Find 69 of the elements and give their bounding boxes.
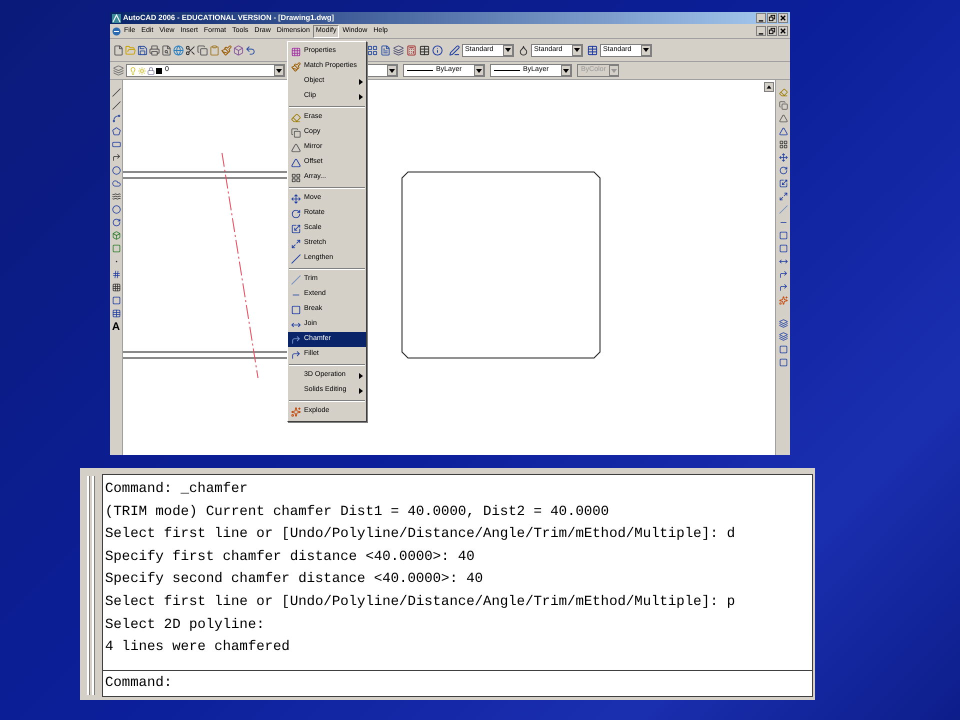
- cloud-icon[interactable]: [112, 179, 120, 188]
- close-icon[interactable]: [778, 26, 788, 36]
- calculator-icon[interactable]: [406, 44, 417, 56]
- command-line: Specify second chamfer distance <40.0000>: 40: [105, 570, 484, 590]
- rotate-icon[interactable]: [778, 166, 788, 175]
- grid-icon[interactable]: [367, 44, 378, 56]
- new-file-icon[interactable]: [113, 44, 124, 56]
- layers-icon[interactable]: [113, 65, 124, 76]
- block-icon[interactable]: [233, 44, 244, 56]
- stretch-icon[interactable]: [778, 192, 788, 201]
- minimize-icon[interactable]: [756, 13, 766, 23]
- brush-icon[interactable]: [221, 44, 232, 56]
- erase-icon[interactable]: [778, 88, 788, 97]
- color-swatch: [156, 68, 162, 74]
- printer-icon[interactable]: [149, 44, 160, 56]
- copy-icon[interactable]: [290, 128, 300, 138]
- explode-icon[interactable]: [290, 406, 300, 416]
- erase-icon[interactable]: [290, 112, 300, 122]
- table-icon[interactable]: [419, 44, 430, 56]
- stretch-icon[interactable]: [290, 238, 300, 248]
- table-icon[interactable]: [112, 309, 120, 318]
- command-line: Command: _chamfer: [105, 480, 249, 499]
- hatch-icon[interactable]: [112, 270, 120, 279]
- circle-icon[interactable]: [112, 166, 120, 175]
- line-sample: [494, 70, 520, 71]
- brush-icon[interactable]: [290, 62, 300, 72]
- close-icon[interactable]: [778, 13, 788, 23]
- cut-icon[interactable]: [185, 44, 196, 56]
- move-icon[interactable]: [778, 153, 788, 162]
- rotate-icon[interactable]: [290, 208, 300, 218]
- text-style-icon[interactable]: [449, 44, 460, 56]
- command-line: Select first line or [Undo/Polyline/Distance/Angle/Trim/mEthod/Multiple]: p: [105, 592, 736, 612]
- move-icon[interactable]: [290, 194, 300, 204]
- save-icon[interactable]: [137, 44, 148, 56]
- help-icon[interactable]: [432, 44, 443, 56]
- color-dropdown[interactable]: [365, 64, 398, 77]
- preview-icon[interactable]: [161, 44, 172, 56]
- text-tool[interactable]: A: [112, 322, 120, 333]
- paste-icon[interactable]: [209, 44, 220, 56]
- scale-icon[interactable]: [290, 224, 300, 234]
- command-line: Select first line or [Undo/Polyline/Distance/Angle/Trim/mEthod/Multiple]: d: [105, 525, 736, 544]
- minimize-icon[interactable]: [756, 26, 766, 36]
- join-icon[interactable]: [778, 257, 788, 266]
- dimension-style-icon[interactable]: [518, 44, 529, 56]
- polygon-icon[interactable]: [112, 127, 120, 136]
- line-sample: [407, 70, 433, 71]
- polyline-icon[interactable]: [112, 114, 120, 123]
- restore-icon[interactable]: [767, 13, 777, 23]
- copy-icon[interactable]: [197, 44, 208, 56]
- scale-icon[interactable]: [778, 179, 788, 188]
- rectangle-icon[interactable]: [112, 140, 120, 149]
- app-icon: [112, 14, 121, 22]
- lock-icon[interactable]: [147, 66, 155, 74]
- explode-icon[interactable]: [778, 296, 788, 305]
- command-line: Specify first chamfer distance <40.0000>: 40: [105, 548, 476, 567]
- insert-block-icon[interactable]: [112, 231, 120, 240]
- table-style-icon[interactable]: [587, 44, 598, 56]
- undo-icon[interactable]: [245, 44, 256, 56]
- array-icon[interactable]: [778, 140, 788, 149]
- line-icon[interactable]: [112, 88, 120, 97]
- restore-icon[interactable]: [767, 26, 777, 36]
- command-line: (TRIM mode) Current chamfer Dist1 = 40.0000, Dist2 = 40.0000: [105, 502, 610, 522]
- command-line: Select 2D polyline:: [105, 616, 266, 635]
- array-icon[interactable]: [290, 172, 300, 182]
- command-line: 4 lines were chamfered: [105, 638, 291, 658]
- scroll-up-icon[interactable]: [764, 82, 774, 92]
- layers-icon[interactable]: [393, 44, 404, 56]
- command-prompt[interactable]: Command:: [105, 673, 172, 694]
- copy-icon[interactable]: [778, 101, 788, 110]
